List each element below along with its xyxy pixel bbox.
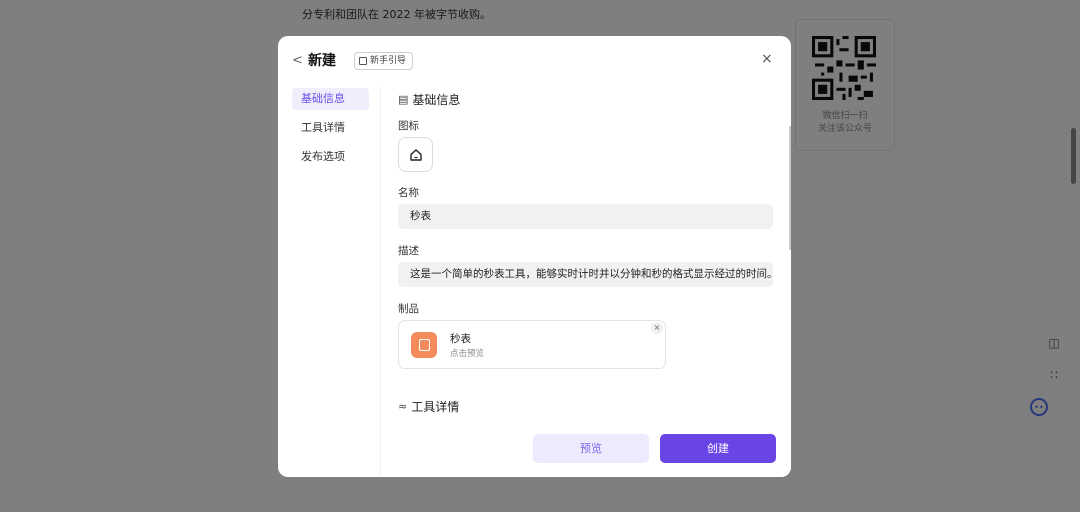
description-field[interactable]: 这是一个简单的秒表工具，能够实时计时并以分钟和秒的格式显示经过的时间。 bbox=[398, 262, 773, 287]
product-card[interactable]: 秒表 点击预览 × bbox=[398, 320, 666, 369]
guide-button[interactable]: 新手引导 bbox=[354, 52, 414, 70]
sliders-icon: ≈ bbox=[398, 400, 408, 413]
document-icon: ▤ bbox=[398, 93, 409, 106]
modal-header: < 新建 新手引导 × bbox=[278, 36, 791, 86]
product-name: 秒表 bbox=[450, 333, 471, 345]
back-chevron-icon[interactable]: < bbox=[292, 53, 303, 68]
product-label: 制品 bbox=[398, 303, 419, 315]
product-preview-hint: 点击预览 bbox=[450, 349, 485, 359]
name-label: 名称 bbox=[398, 187, 419, 199]
name-field[interactable]: 秒表 bbox=[398, 204, 773, 229]
close-icon[interactable]: × bbox=[761, 51, 773, 67]
sidebar-item-publish-options[interactable]: 发布选项 bbox=[292, 146, 369, 168]
create-tool-modal: < 新建 新手引导 × 基础信息 工具详情 发布选项 ▤ 基础信息 图标 名称 … bbox=[278, 36, 791, 477]
modal-content: ▤ 基础信息 图标 名称 秒表 描述 这是一个简单的秒表工具，能够实时计时并以分… bbox=[380, 86, 791, 477]
home-icon bbox=[409, 148, 422, 161]
preview-button[interactable]: 预览 bbox=[533, 434, 649, 463]
tool-icon-picker[interactable] bbox=[398, 137, 433, 172]
guide-book-icon bbox=[359, 57, 367, 65]
content-scrollbar[interactable] bbox=[789, 126, 791, 250]
create-button[interactable]: 创建 bbox=[660, 434, 776, 463]
sidebar-item-basic-info[interactable]: 基础信息 bbox=[292, 88, 369, 110]
product-app-icon bbox=[411, 332, 437, 358]
description-label: 描述 bbox=[398, 245, 419, 257]
sidebar-item-tool-details[interactable]: 工具详情 bbox=[292, 117, 369, 139]
modal-sidebar: 基础信息 工具详情 发布选项 bbox=[278, 86, 380, 477]
product-remove-icon[interactable]: × bbox=[651, 322, 663, 334]
modal-title: 新建 bbox=[308, 53, 336, 69]
guide-button-label: 新手引导 bbox=[370, 56, 407, 66]
basic-info-section-title: ▤ 基础信息 bbox=[398, 93, 461, 107]
tool-details-section-title: ≈ 工具详情 bbox=[398, 400, 460, 414]
icon-label: 图标 bbox=[398, 120, 419, 132]
